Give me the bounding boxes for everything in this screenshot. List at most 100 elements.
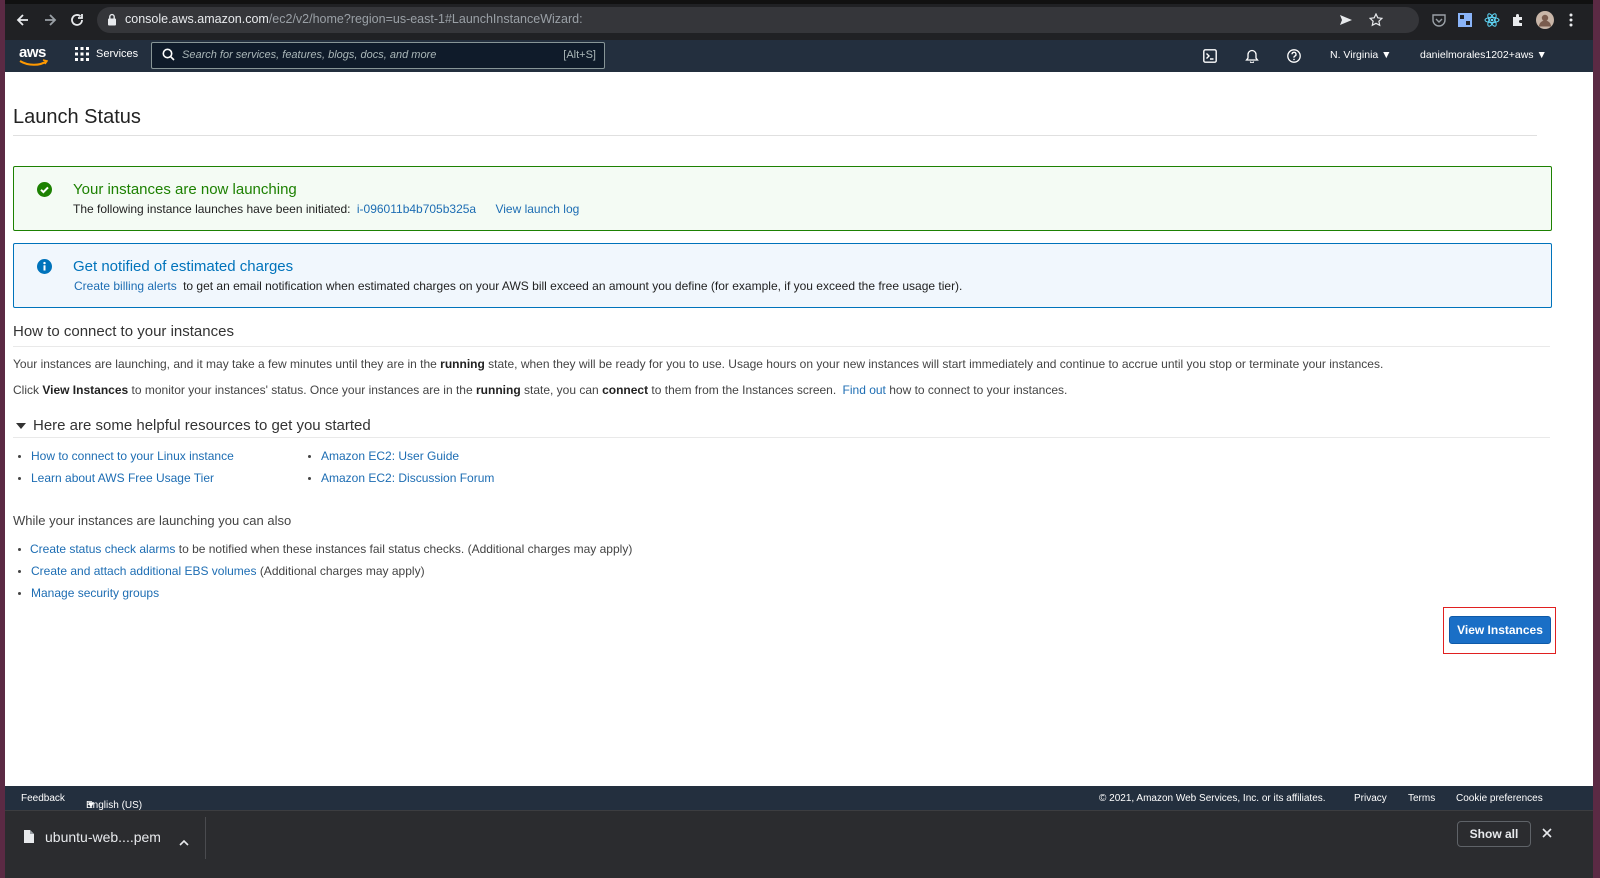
shelf-divider xyxy=(205,817,206,859)
resources-list-left: How to connect to your Linux instance Le… xyxy=(13,445,234,489)
browser-window: console.aws.amazon.com/ec2/v2/home?regio… xyxy=(5,0,1593,878)
search-shortcut: [Alt+S] xyxy=(563,49,596,61)
view-instances-button[interactable]: View Instances xyxy=(1449,616,1551,644)
title-divider xyxy=(13,135,1537,136)
find-out-link[interactable]: Find out xyxy=(843,383,886,397)
send-icon[interactable] xyxy=(1337,11,1355,29)
success-alert-heading: Your instances are now launching xyxy=(73,181,297,198)
show-all-button[interactable]: Show all xyxy=(1457,821,1531,847)
status-check-alarms-text: to be notified when these instances fail… xyxy=(178,542,633,556)
main-content: Launch Status Your instances are now lau… xyxy=(13,72,1587,788)
info-alert-body: Create billing alerts to get an email no… xyxy=(73,279,962,293)
aws-logo[interactable]: aws xyxy=(19,43,49,69)
file-icon xyxy=(23,829,35,849)
resources-list-right: Amazon EC2: User Guide Amazon EC2: Discu… xyxy=(303,445,494,489)
free-tier-link[interactable]: Learn about AWS Free Usage Tier xyxy=(31,471,214,485)
list-item: Amazon EC2: Discussion Forum xyxy=(303,467,494,489)
qr-extension-icon[interactable] xyxy=(1455,10,1475,30)
services-label: Services xyxy=(96,48,139,60)
connect-heading: How to connect to your instances xyxy=(13,323,234,340)
aws-top-nav: aws Services Search for services, featur… xyxy=(5,40,1593,72)
aws-footer: Feedback English (US) ▼ © 2021, Amazon W… xyxy=(5,786,1593,811)
linux-connect-link[interactable]: How to connect to your Linux instance xyxy=(31,449,234,463)
ebs-volumes-text: (Additional charges may apply) xyxy=(259,564,425,578)
account-menu[interactable]: danielmorales1202+aws ▼ xyxy=(1420,49,1547,61)
p2-view-instances: View Instances xyxy=(42,383,129,397)
feedback-link[interactable]: Feedback xyxy=(21,793,65,804)
grid-menu-icon xyxy=(75,47,89,61)
privacy-link[interactable]: Privacy xyxy=(1354,793,1387,804)
create-billing-alerts-link[interactable]: Create billing alerts xyxy=(74,279,177,293)
cloudshell-icon[interactable] xyxy=(1201,47,1219,65)
p1-text-a: Your instances are launching, and it may… xyxy=(13,357,437,371)
forward-arrow-icon[interactable] xyxy=(38,8,62,32)
terms-link[interactable]: Terms xyxy=(1408,793,1435,804)
info-circle-icon xyxy=(37,259,52,279)
p2-text-e: state, you can xyxy=(524,383,599,397)
status-check-alarms-link[interactable]: Create status check alarms xyxy=(30,542,175,556)
success-alert-text: The following instance launches have bee… xyxy=(73,202,351,216)
connect-paragraph-1: Your instances are launching, and it may… xyxy=(13,357,1383,371)
extensions-puzzle-icon[interactable] xyxy=(1508,10,1528,30)
region-label: N. Virginia xyxy=(1330,49,1379,61)
discussion-forum-link[interactable]: Amazon EC2: Discussion Forum xyxy=(321,471,494,485)
list-item: Manage security groups xyxy=(13,582,632,604)
address-bar[interactable]: console.aws.amazon.com/ec2/v2/home?regio… xyxy=(97,7,1419,33)
profile-avatar-icon[interactable] xyxy=(1535,10,1555,30)
user-guide-link[interactable]: Amazon EC2: User Guide xyxy=(321,449,459,463)
also-heading: While your instances are launching you c… xyxy=(13,513,292,528)
p2-running: running xyxy=(476,383,521,397)
help-icon[interactable] xyxy=(1285,47,1303,65)
download-filename: ubuntu-web....pem xyxy=(45,829,161,845)
list-item: How to connect to your Linux instance xyxy=(13,445,234,467)
chrome-menu-icon[interactable] xyxy=(1561,10,1581,30)
back-arrow-icon[interactable] xyxy=(11,8,35,32)
ebs-volumes-link[interactable]: Create and attach additional EBS volumes xyxy=(31,564,256,578)
url-host: console.aws.amazon.com xyxy=(125,12,269,26)
notifications-bell-icon[interactable] xyxy=(1243,47,1261,65)
list-item: Amazon EC2: User Guide xyxy=(303,445,494,467)
download-item[interactable]: ubuntu-web....pem xyxy=(19,821,203,861)
p1-text-c: state, when they will be ready for you t… xyxy=(488,357,1384,371)
p2-text-g: to them from the Instances screen. xyxy=(651,383,837,397)
p1-running: running xyxy=(440,357,485,371)
success-alert: Your instances are now launching The fol… xyxy=(13,166,1552,231)
resources-divider xyxy=(13,437,1550,438)
success-alert-body: The following instance launches have bee… xyxy=(73,202,579,216)
instance-id-link[interactable]: i-096011b4b705b325a xyxy=(357,202,476,216)
list-item: Learn about AWS Free Usage Tier xyxy=(13,467,234,489)
security-groups-link[interactable]: Manage security groups xyxy=(31,586,159,600)
search-input[interactable]: Search for services, features, blogs, do… xyxy=(151,42,605,69)
close-icon[interactable] xyxy=(1539,825,1555,841)
url-path: /ec2/v2/home?region=us-east-1#LaunchInst… xyxy=(268,12,583,26)
also-list: Create status check alarms to be notifie… xyxy=(13,538,632,604)
bookmark-star-icon[interactable] xyxy=(1367,11,1385,29)
chevron-up-icon[interactable] xyxy=(179,833,189,851)
p2-text-h: how to connect to your instances. xyxy=(889,383,1068,397)
page-title: Launch Status xyxy=(13,106,141,128)
list-item: Create and attach additional EBS volumes… xyxy=(13,560,632,582)
lock-icon xyxy=(107,13,117,31)
pocket-extension-icon[interactable] xyxy=(1429,10,1449,30)
react-devtools-icon[interactable] xyxy=(1482,10,1502,30)
browser-toolbar: console.aws.amazon.com/ec2/v2/home?regio… xyxy=(5,0,1593,40)
cookie-preferences-link[interactable]: Cookie preferences xyxy=(1456,793,1543,804)
region-caret-icon: ▼ xyxy=(1381,49,1392,61)
p2-click: Click xyxy=(13,383,39,397)
info-alert: Get notified of estimated charges Create… xyxy=(13,243,1552,308)
info-alert-heading: Get notified of estimated charges xyxy=(73,258,294,275)
p2-connect: connect xyxy=(602,383,649,397)
connect-divider xyxy=(13,346,1550,347)
resources-heading: Here are some helpful resources to get y… xyxy=(33,417,371,434)
p2-text-c: to monitor your instances' status. Once … xyxy=(131,383,473,397)
check-circle-icon xyxy=(37,182,52,202)
search-icon xyxy=(162,48,175,66)
services-menu[interactable]: Services xyxy=(75,47,138,61)
reload-icon[interactable] xyxy=(65,8,89,32)
account-label: danielmorales1202+aws xyxy=(1420,49,1534,61)
connect-paragraph-2: Click View Instances to monitor your ins… xyxy=(13,383,1067,397)
view-launch-log-link[interactable]: View launch log xyxy=(495,202,579,216)
caret-down-icon xyxy=(16,423,26,429)
info-alert-text: to get an email notification when estima… xyxy=(183,279,963,293)
region-selector[interactable]: N. Virginia ▼ xyxy=(1330,49,1392,61)
